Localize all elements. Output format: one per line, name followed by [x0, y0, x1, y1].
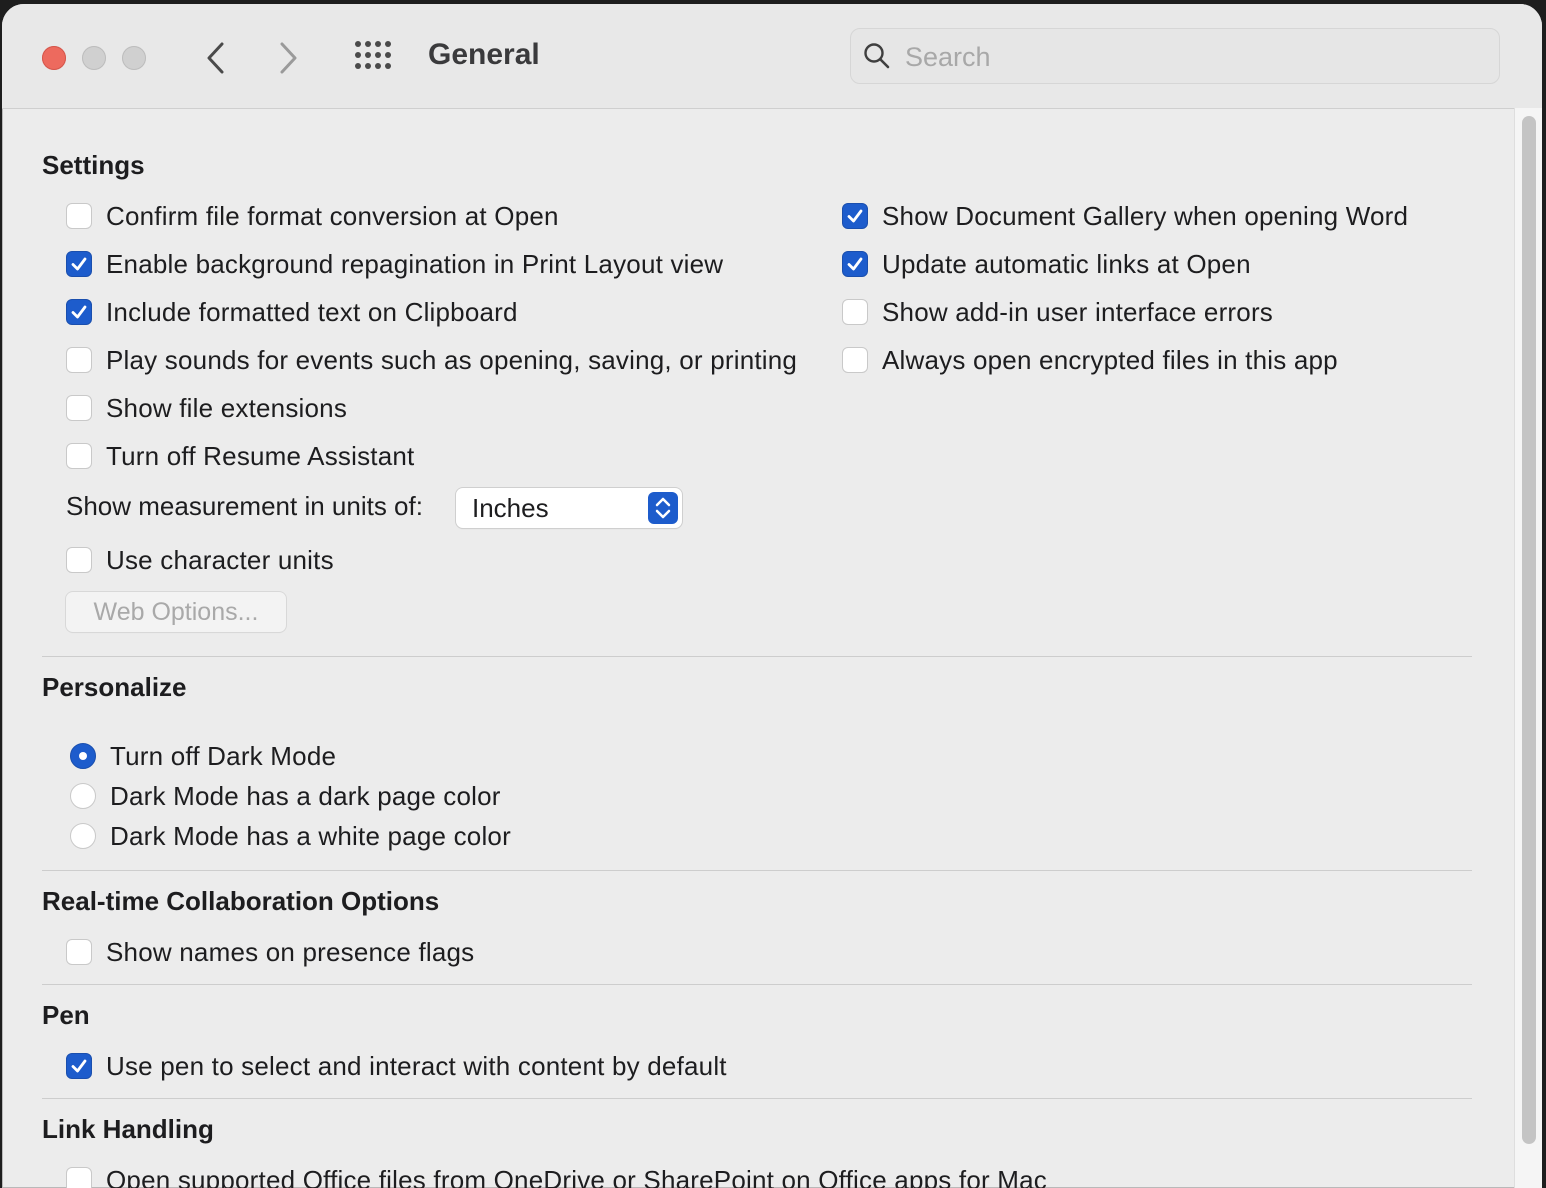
window-title: General	[428, 38, 540, 71]
checkbox[interactable]	[66, 1167, 92, 1188]
minimize-window-button[interactable]	[82, 46, 106, 70]
checkbox-option[interactable]: Play sounds for events such as opening, …	[66, 342, 797, 378]
checkbox-checked[interactable]	[66, 251, 92, 277]
units-row: Show measurement in units of:	[66, 488, 423, 524]
link-handling-heading: Link Handling	[42, 1114, 214, 1144]
scrollbar-thumb[interactable]	[1522, 116, 1536, 1144]
settings-heading: Settings	[42, 150, 145, 180]
personalize-heading: Personalize	[42, 672, 187, 702]
checkbox-option[interactable]: Enable background repagination in Print …	[66, 246, 723, 282]
radio-label: Turn off Dark Mode	[110, 740, 337, 771]
radio-option[interactable]: Turn off Dark Mode	[70, 738, 336, 774]
checkbox[interactable]	[66, 395, 92, 421]
grid-icon	[355, 41, 391, 69]
radio-button[interactable]	[70, 783, 96, 809]
checkbox-label: Show Document Gallery when opening Word	[882, 200, 1409, 231]
checkbox-label: Enable background repagination in Print …	[106, 248, 724, 279]
checkbox-label: Open supported Office files from OneDriv…	[106, 1164, 1047, 1188]
zoom-window-button[interactable]	[122, 46, 146, 70]
checkbox-label: Always open encrypted files in this app	[882, 344, 1338, 375]
checkbox-option[interactable]: Open supported Office files from OneDriv…	[66, 1162, 1047, 1188]
preferences-window: General Settings Confirm file format con…	[2, 4, 1542, 1188]
collaboration-heading: Real-time Collaboration Options	[42, 886, 440, 916]
radio-button-selected[interactable]	[70, 743, 96, 769]
character-units-label: Use character units	[106, 544, 334, 575]
checkbox-option[interactable]: Always open encrypted files in this app	[842, 342, 1338, 378]
checkbox-option[interactable]: Show add-in user interface errors	[842, 294, 1273, 330]
radio-button[interactable]	[70, 823, 96, 849]
radio-option[interactable]: Dark Mode has a dark page color	[70, 778, 501, 814]
checkbox-label: Include formatted text on Clipboard	[106, 296, 518, 327]
chevron-right-icon	[280, 42, 297, 74]
radio-option[interactable]: Dark Mode has a white page color	[70, 818, 511, 854]
chevron-left-icon	[207, 42, 224, 74]
character-units-checkbox[interactable]	[66, 547, 92, 573]
checkbox-option[interactable]: Include formatted text on Clipboard	[66, 294, 518, 330]
checkbox-label: Use pen to select and interact with cont…	[106, 1050, 727, 1081]
checkbox[interactable]	[66, 347, 92, 373]
checkbox[interactable]	[842, 347, 868, 373]
preferences-content: Settings Confirm file format conversion …	[2, 108, 1512, 1188]
checkbox[interactable]	[66, 939, 92, 965]
checkbox-option[interactable]: Use pen to select and interact with cont…	[66, 1048, 727, 1084]
checkbox[interactable]	[842, 299, 868, 325]
checkbox-checked[interactable]	[842, 251, 868, 277]
units-select[interactable]: Inches	[456, 488, 682, 528]
title-bar: General	[2, 4, 1542, 109]
checkbox-checked[interactable]	[66, 1053, 92, 1079]
pen-heading: Pen	[42, 1000, 90, 1030]
checkbox-label: Show add-in user interface errors	[882, 296, 1274, 327]
forward-button[interactable]	[268, 38, 308, 78]
divider	[42, 870, 1472, 871]
select-arrows-icon	[648, 492, 678, 524]
checkbox[interactable]	[66, 203, 92, 229]
checkbox-option[interactable]: Show file extensions	[66, 390, 347, 426]
close-window-button[interactable]	[42, 46, 66, 70]
checkbox-label: Show file extensions	[106, 392, 348, 423]
search-field[interactable]	[850, 28, 1500, 84]
scrollbar[interactable]	[1514, 108, 1542, 1188]
web-options-button[interactable]: Web Options...	[66, 592, 286, 632]
checkbox-label: Update automatic links at Open	[882, 248, 1251, 279]
back-button[interactable]	[196, 38, 236, 78]
search-input[interactable]	[903, 39, 1487, 75]
checkbox-label: Turn off Resume Assistant	[106, 440, 415, 471]
units-label: Show measurement in units of:	[66, 490, 423, 521]
divider	[42, 1098, 1472, 1099]
checkbox-label: Show names on presence flags	[106, 936, 475, 967]
character-units-option[interactable]: Use character units	[66, 542, 334, 578]
units-select-value: Inches	[472, 493, 549, 523]
checkbox-option[interactable]: Show names on presence flags	[66, 934, 474, 970]
radio-label: Dark Mode has a dark page color	[110, 780, 501, 811]
search-icon	[864, 43, 890, 69]
checkbox-option[interactable]: Show Document Gallery when opening Word	[842, 198, 1408, 234]
divider	[42, 656, 1472, 657]
checkbox[interactable]	[66, 443, 92, 469]
checkbox-option[interactable]: Confirm file format conversion at Open	[66, 198, 559, 234]
show-all-button[interactable]	[354, 40, 394, 76]
checkbox-option[interactable]: Update automatic links at Open	[842, 246, 1251, 282]
checkbox-label: Confirm file format conversion at Open	[106, 200, 559, 231]
checkbox-checked[interactable]	[66, 299, 92, 325]
checkbox-option[interactable]: Turn off Resume Assistant	[66, 438, 414, 474]
divider	[42, 984, 1472, 985]
checkbox-label: Play sounds for events such as opening, …	[106, 344, 798, 375]
radio-label: Dark Mode has a white page color	[110, 820, 511, 851]
checkbox-checked[interactable]	[842, 203, 868, 229]
